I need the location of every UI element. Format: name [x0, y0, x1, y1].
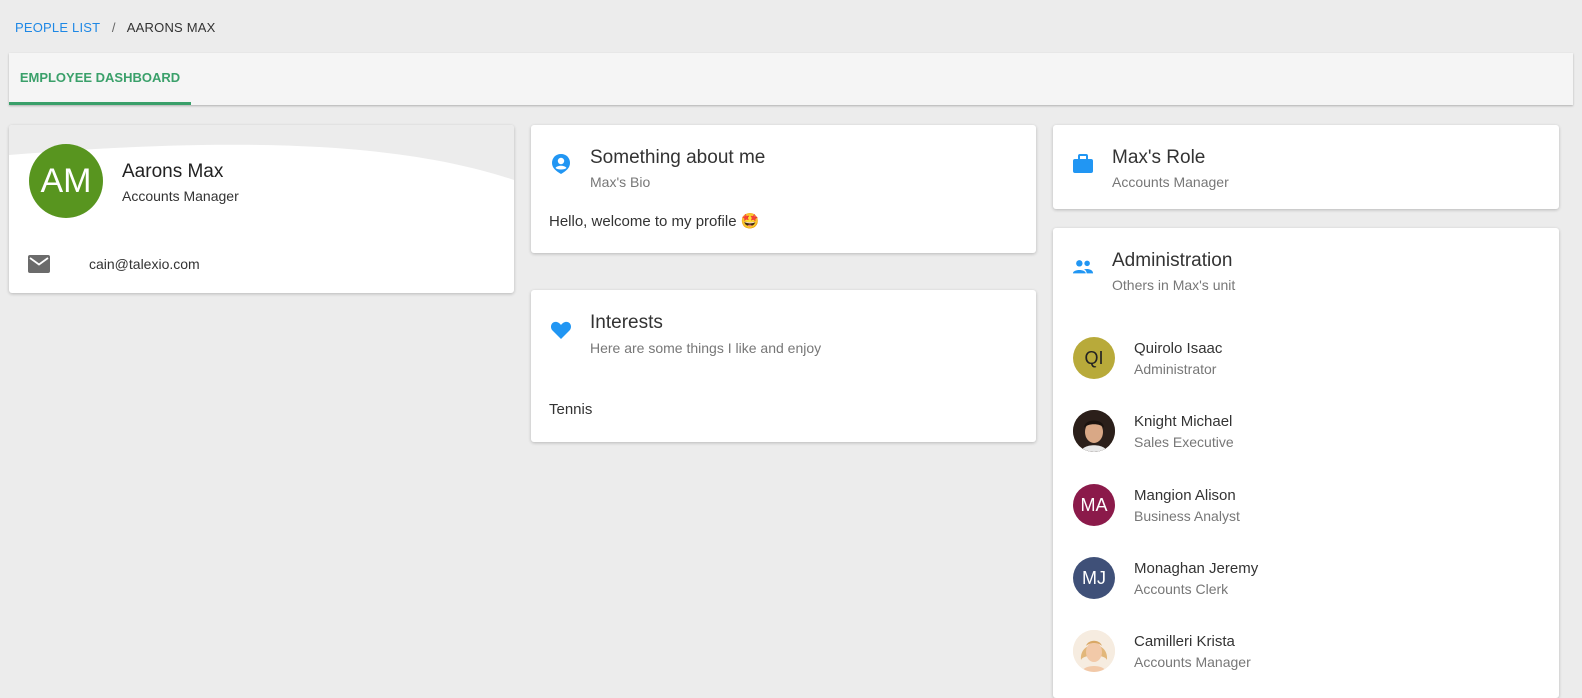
member-list-item[interactable]: MJ Monaghan Jeremy Accounts Clerk — [1073, 557, 1533, 599]
role-title: Max's Role — [1112, 147, 1206, 168]
member-photo-avatar — [1073, 410, 1115, 452]
member-avatar: MA — [1073, 484, 1115, 526]
role-subtitle: Accounts Manager — [1112, 174, 1229, 190]
account-pin-icon — [552, 154, 570, 174]
member-role: Administrator — [1134, 361, 1217, 377]
about-subtitle: Max's Bio — [590, 174, 651, 190]
member-name: Quirolo Isaac — [1134, 340, 1223, 357]
about-title: Something about me — [590, 147, 766, 168]
interest-item: Tennis — [549, 401, 593, 418]
administration-card: Administration Others in Max's unit QI Q… — [1053, 228, 1559, 698]
profile-role: Accounts Manager — [122, 188, 239, 204]
about-card: Something about me Max's Bio Hello, welc… — [531, 125, 1036, 253]
administration-subtitle: Others in Max's unit — [1112, 277, 1236, 293]
role-card: Max's Role Accounts Manager — [1053, 125, 1559, 209]
member-photo-avatar — [1073, 630, 1115, 672]
person-photo-icon — [1073, 410, 1115, 452]
member-list-item[interactable]: Camilleri Krista Accounts Manager — [1073, 630, 1533, 672]
member-name: Camilleri Krista — [1134, 633, 1235, 650]
heart-icon — [550, 321, 572, 339]
profile-email[interactable]: cain@talexio.com — [89, 256, 200, 272]
interests-card: Interests Here are some things I like an… — [531, 290, 1036, 442]
tab-employee-dashboard[interactable]: EMPLOYEE DASHBOARD — [9, 53, 191, 105]
member-name: Mangion Alison — [1134, 487, 1236, 504]
member-role: Business Analyst — [1134, 508, 1240, 524]
profile-card: AM Aarons Max Accounts Manager cain@tale… — [9, 125, 514, 293]
breadcrumb: PEOPLE LIST / AARONS MAX — [15, 20, 215, 35]
member-list-item[interactable]: MA Mangion Alison Business Analyst — [1073, 484, 1533, 526]
member-avatar: QI — [1073, 337, 1115, 379]
avatar: AM — [29, 144, 103, 218]
person-photo-icon — [1073, 630, 1115, 672]
profile-name: Aarons Max — [122, 161, 224, 182]
member-role: Accounts Clerk — [1134, 581, 1229, 597]
member-name: Knight Michael — [1134, 413, 1233, 430]
people-icon — [1072, 260, 1094, 274]
briefcase-icon — [1073, 154, 1093, 173]
member-name: Monaghan Jeremy — [1134, 560, 1259, 577]
member-avatar: MJ — [1073, 557, 1115, 599]
mail-icon — [28, 255, 50, 273]
member-list-item[interactable]: QI Quirolo Isaac Administrator — [1073, 337, 1533, 379]
member-list-item[interactable]: Knight Michael Sales Executive — [1073, 410, 1533, 452]
breadcrumb-people-list-link[interactable]: PEOPLE LIST — [15, 20, 100, 35]
administration-title: Administration — [1112, 250, 1233, 271]
about-body: Hello, welcome to my profile 🤩 — [549, 213, 760, 230]
member-role: Sales Executive — [1134, 434, 1234, 450]
interests-subtitle: Here are some things I like and enjoy — [590, 340, 822, 356]
breadcrumb-current: AARONS MAX — [126, 20, 216, 35]
member-role: Accounts Manager — [1134, 654, 1251, 670]
breadcrumb-separator: / — [111, 20, 116, 35]
interests-title: Interests — [590, 312, 663, 333]
tab-bar: EMPLOYEE DASHBOARD — [9, 53, 1573, 105]
